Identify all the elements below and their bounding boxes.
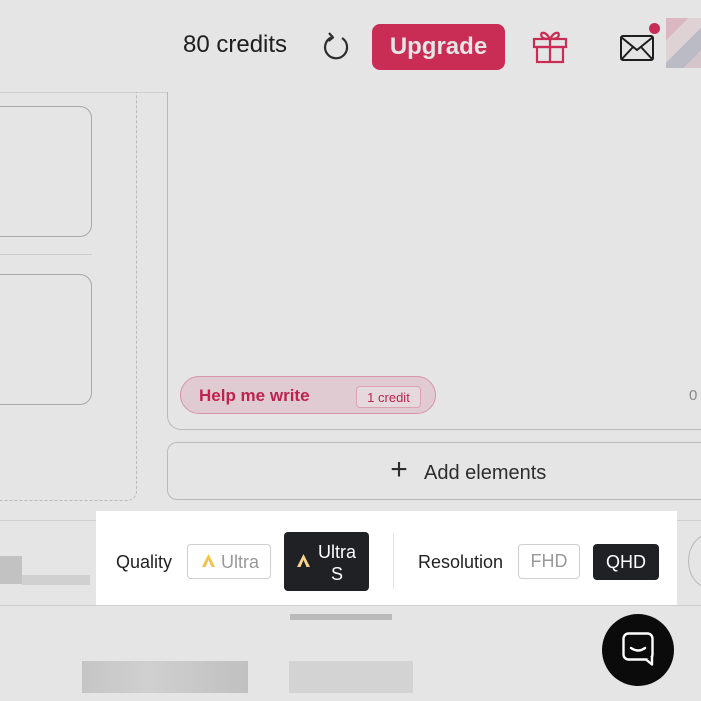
- divider: [0, 254, 92, 255]
- left-card[interactable]: [0, 274, 92, 405]
- quality-option-label: Ultra S: [317, 542, 356, 584]
- settings-panel: [96, 511, 677, 605]
- blurred-content: [82, 661, 248, 693]
- credit-cost-badge: 1 credit: [356, 386, 421, 408]
- add-elements-label: Add elements: [424, 462, 547, 484]
- gift-icon[interactable]: [531, 27, 569, 65]
- blurred-content: [22, 575, 90, 585]
- quality-label: Quality: [116, 552, 173, 572]
- avatar[interactable]: [666, 18, 701, 68]
- divider: [393, 533, 394, 589]
- blurred-content: [0, 556, 22, 584]
- ultra-icon: [202, 554, 215, 567]
- blurred-content: [289, 661, 413, 693]
- notification-dot: [649, 23, 660, 34]
- credits-count: 80 credits: [183, 31, 288, 58]
- help-me-write-label: Help me write: [199, 386, 310, 405]
- resolution-label: Resolution: [418, 552, 504, 572]
- upgrade-button[interactable]: Upgrade: [372, 24, 505, 70]
- chat-icon: [622, 632, 654, 666]
- refresh-icon[interactable]: [320, 31, 352, 63]
- char-count: 0: [689, 387, 698, 404]
- plus-icon: +: [390, 453, 408, 486]
- resolution-option-qhd[interactable]: QHD: [593, 544, 659, 580]
- left-card[interactable]: [0, 106, 92, 237]
- quality-option-label: Ultra: [221, 552, 260, 572]
- resolution-option-fhd[interactable]: FHD: [518, 544, 580, 579]
- mail-icon[interactable]: [619, 34, 655, 62]
- ultra-icon: [297, 554, 310, 567]
- blurred-content: [290, 614, 392, 620]
